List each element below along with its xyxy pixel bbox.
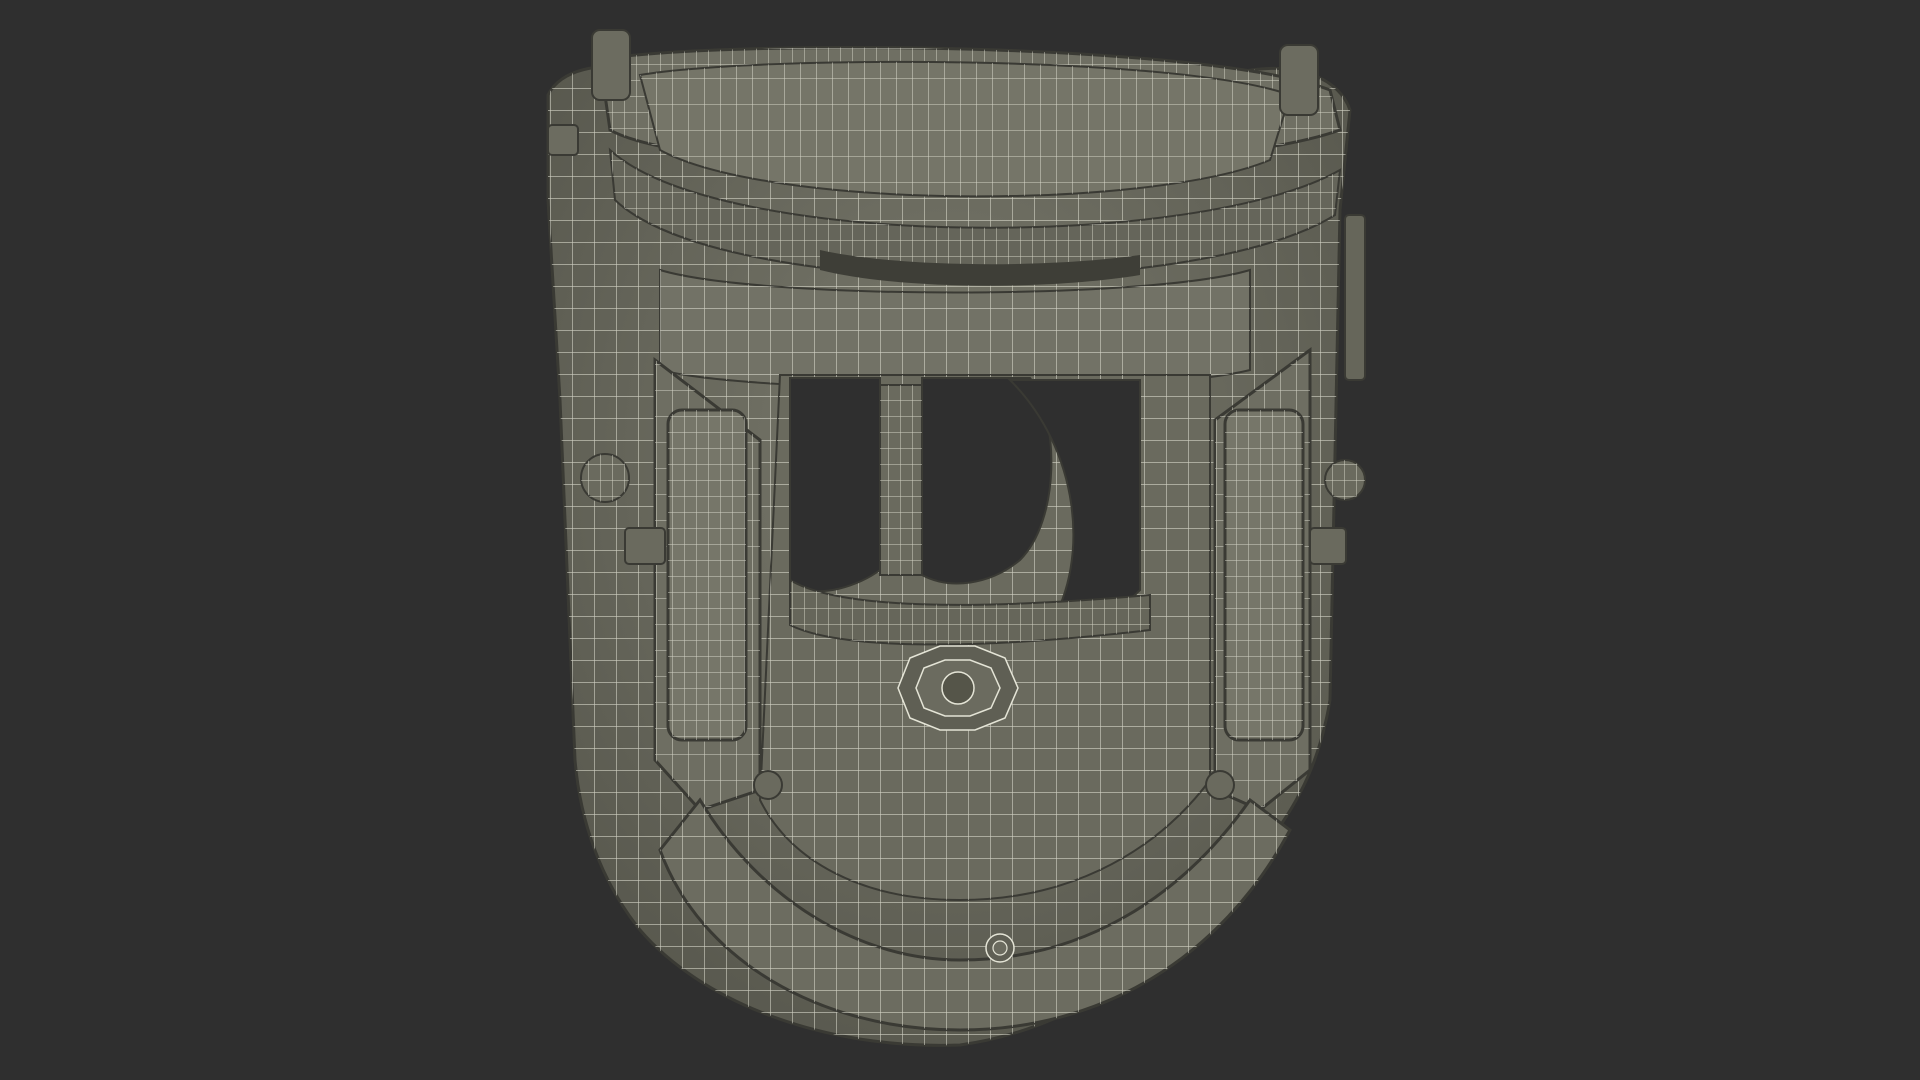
left-eye-opening — [789, 377, 881, 593]
left-clip — [547, 124, 579, 156]
wireframe-mask-model — [546, 29, 1366, 1047]
right-top-tab — [1279, 44, 1319, 116]
right-side-strip — [1344, 214, 1366, 381]
eye-openings — [789, 377, 1151, 646]
breathing-port — [897, 645, 1019, 731]
left-top-tab — [591, 29, 631, 101]
render-viewport — [0, 0, 1920, 1080]
